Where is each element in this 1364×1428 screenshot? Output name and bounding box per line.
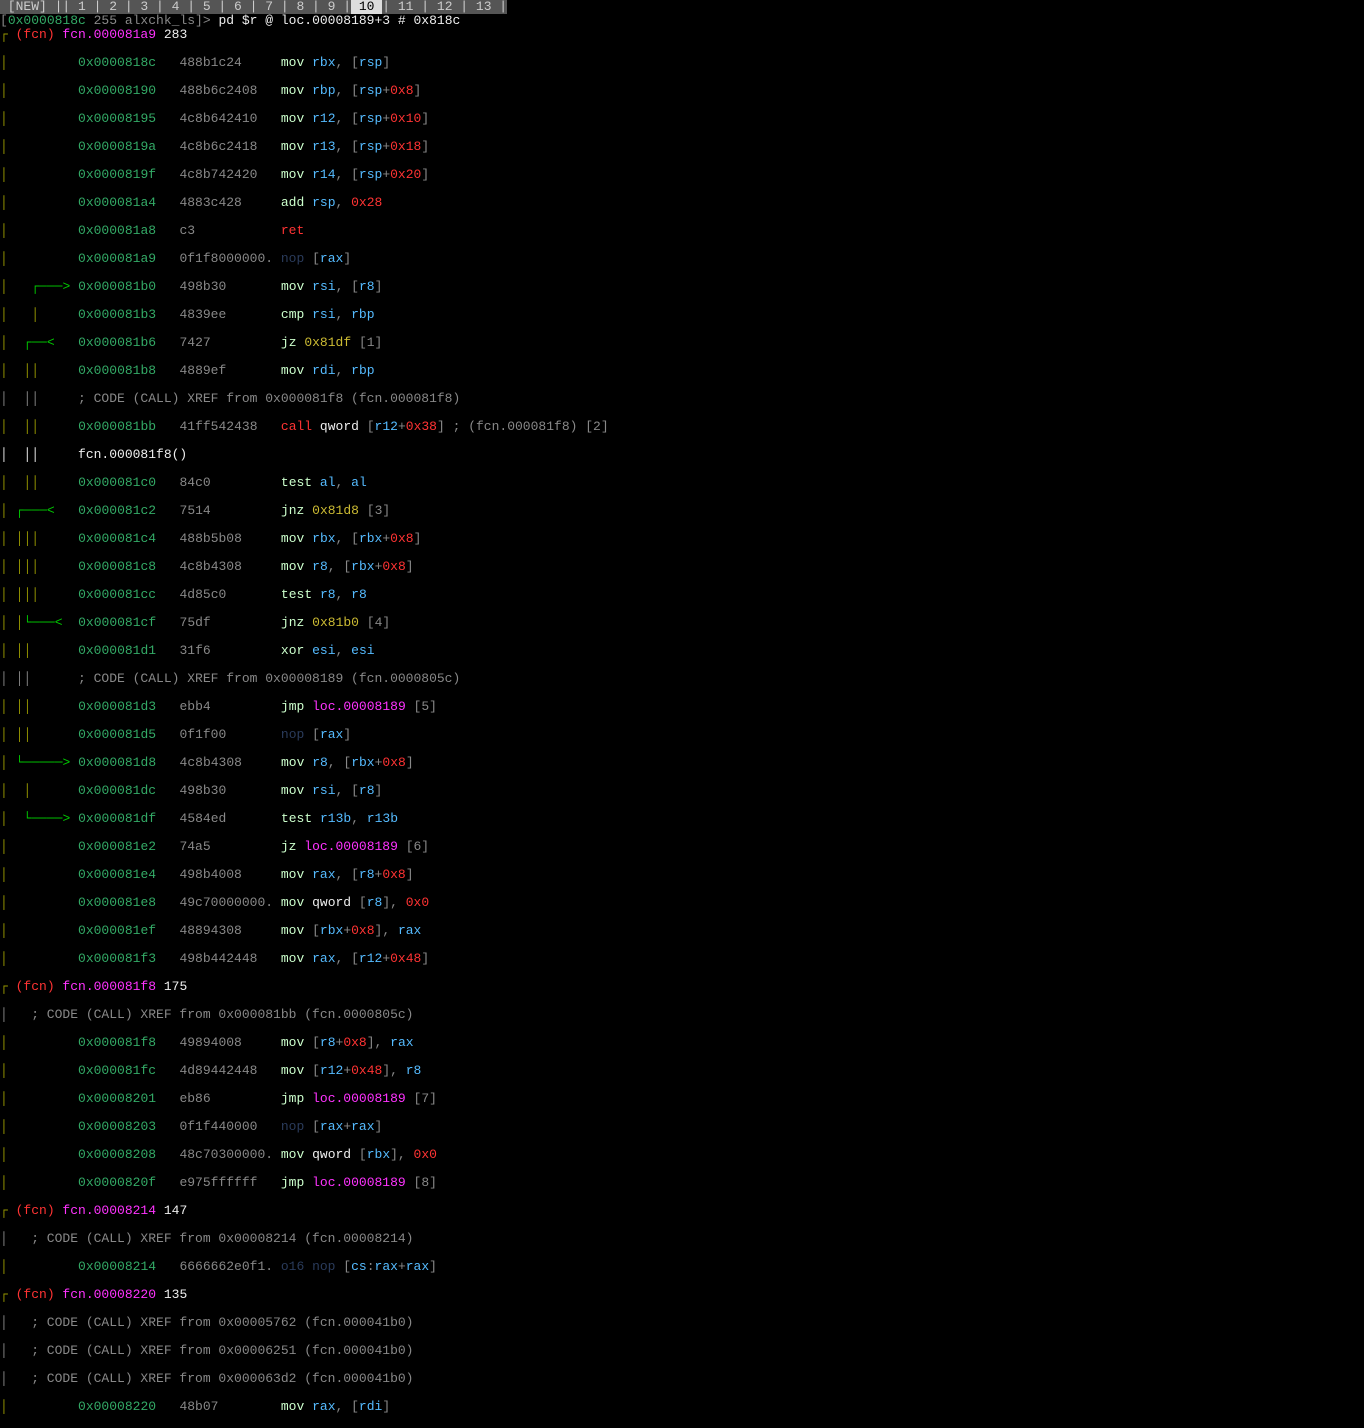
- asm-line: │ 0x000081a9 0f1f8000000. nop [rax]: [0, 252, 1364, 266]
- asm-line: │ 0x0000819f 4c8b742420 mov r14, [rsp+0x…: [0, 168, 1364, 182]
- address: 0x000081d8: [78, 755, 156, 770]
- address: 0x00008195: [78, 111, 156, 126]
- fcn-header: ┌ (fcn) fcn.000081a9 283: [0, 28, 1364, 42]
- address: 0x000081fc: [78, 1063, 156, 1078]
- address: 0x000081f3: [78, 951, 156, 966]
- address: 0x000081c4: [78, 531, 156, 546]
- asm-line: │ 0x000081ef 48894308 mov [rbx+0x8], rax: [0, 924, 1364, 938]
- asm-line: │ 0x000081fc 4d89442448 mov [r12+0x48], …: [0, 1064, 1364, 1078]
- address: 0x000081c0: [78, 475, 156, 490]
- terminal-output: [NEW] || 1 | 2 | 3 | 4 | 5 | 6 | 7 | 8 |…: [0, 0, 1364, 1428]
- xref-comment: │ ; CODE (CALL) XREF from 0x00006251 (fc…: [0, 1344, 1364, 1358]
- address: 0x000081e2: [78, 839, 156, 854]
- fcn-header: ┌ (fcn) fcn.00008214 147: [0, 1204, 1364, 1218]
- address: 0x000081bb: [78, 419, 156, 434]
- address: 0x000081cc: [78, 587, 156, 602]
- address: 0x000081b0: [78, 279, 156, 294]
- address: 0x000081e8: [78, 895, 156, 910]
- prompt[interactable]: [0x0000818c 255 alxchk_ls]> pd $r @ loc.…: [0, 13, 460, 28]
- address: 0x00008208: [78, 1147, 156, 1162]
- address: 0x000081f8: [78, 1035, 156, 1050]
- fcn-call-label: │ ││ fcn.000081f8(): [0, 448, 1364, 462]
- address: 0x000081c2: [78, 503, 156, 518]
- asm-line: │ 0x0000820f e975ffffff jmp loc.00008189…: [0, 1176, 1364, 1190]
- fcn-header: ┌ (fcn) fcn.000081f8 175: [0, 980, 1364, 994]
- address: 0x000081dc: [78, 783, 156, 798]
- address: 0x000081d5: [78, 727, 156, 742]
- xref-comment: │ ; CODE (CALL) XREF from 0x00005762 (fc…: [0, 1316, 1364, 1330]
- asm-line: │ ││ 0x000081b8 4889ef mov rdi, rbp: [0, 364, 1364, 378]
- asm-line: │ └────> 0x000081df 4584ed test r13b, r1…: [0, 812, 1364, 826]
- address: 0x000081ef: [78, 923, 156, 938]
- xref-comment: │ ││ ; CODE (CALL) XREF from 0x000081f8 …: [0, 392, 1364, 406]
- tab-bar[interactable]: [NEW] || 1 | 2 | 3 | 4 | 5 | 6 | 7 | 8 |…: [0, 0, 507, 14]
- address: 0x0000819f: [78, 167, 156, 182]
- asm-line: │ ││ 0x000081bb 41ff542438 call qword [r…: [0, 420, 1364, 434]
- asm-line: │ ┌───> 0x000081b0 498b30 mov rsi, [r8]: [0, 280, 1364, 294]
- asm-line: │ │└───< 0x000081cf 75df jnz 0x81b0 [4]: [0, 616, 1364, 630]
- address: 0x000081e4: [78, 867, 156, 882]
- address: 0x000081d3: [78, 699, 156, 714]
- asm-line: │ │ 0x000081dc 498b30 mov rsi, [r8]: [0, 784, 1364, 798]
- address: 0x000081d1: [78, 643, 156, 658]
- address: 0x000081df: [78, 811, 156, 826]
- asm-line: │ ┌──< 0x000081b6 7427 jz 0x81df [1]: [0, 336, 1364, 350]
- asm-line: │ 0x00008208 48c70300000. mov qword [rbx…: [0, 1148, 1364, 1162]
- asm-line: │ 0x00008220 48b07 mov rax, [rdi]: [0, 1400, 1364, 1414]
- asm-line: │ 0x0000819a 4c8b6c2418 mov r13, [rsp+0x…: [0, 140, 1364, 154]
- asm-line: │ │││ 0x000081cc 4d85c0 test r8, r8: [0, 588, 1364, 602]
- xref-comment: │ ; CODE (CALL) XREF from 0x000063d2 (fc…: [0, 1372, 1364, 1386]
- asm-line: │ │││ 0x000081c8 4c8b4308 mov r8, [rbx+0…: [0, 560, 1364, 574]
- asm-line: │ │ 0x000081b3 4839ee cmp rsi, rbp: [0, 308, 1364, 322]
- fcn-header: ┌ (fcn) fcn.00008220 135: [0, 1288, 1364, 1302]
- xref-comment: │ ; CODE (CALL) XREF from 0x00008214 (fc…: [0, 1232, 1364, 1246]
- asm-line: │ 0x00008201 eb86 jmp loc.00008189 [7]: [0, 1092, 1364, 1106]
- address: 0x000081a4: [78, 195, 156, 210]
- asm-line: │ 0x00008214 6666662e0f1. o16 nop [cs:ra…: [0, 1260, 1364, 1274]
- address: 0x000081a9: [78, 251, 156, 266]
- address: 0x000081b3: [78, 307, 156, 322]
- address: 0x00008214: [78, 1259, 156, 1274]
- address: 0x000081c8: [78, 559, 156, 574]
- address: 0x0000820f: [78, 1175, 156, 1190]
- asm-line: │ 0x000081a8 c3 ret: [0, 224, 1364, 238]
- asm-line: │ 0x0000818c 488b1c24 mov rbx, [rsp]: [0, 56, 1364, 70]
- address: 0x00008201: [78, 1091, 156, 1106]
- address: 0x00008203: [78, 1119, 156, 1134]
- asm-line: │ 0x000081f8 49894008 mov [r8+0x8], rax: [0, 1036, 1364, 1050]
- asm-line: │ ┌───< 0x000081c2 7514 jnz 0x81d8 [3]: [0, 504, 1364, 518]
- asm-line: │ 0x00008195 4c8b642410 mov r12, [rsp+0x…: [0, 112, 1364, 126]
- address: 0x000081a8: [78, 223, 156, 238]
- asm-line: │ │││ 0x000081c4 488b5b08 mov rbx, [rbx+…: [0, 532, 1364, 546]
- xref-comment: │ ; CODE (CALL) XREF from 0x000081bb (fc…: [0, 1008, 1364, 1022]
- asm-line: │ ││ 0x000081d5 0f1f00 nop [rax]: [0, 728, 1364, 742]
- tab-active[interactable]: 10: [351, 0, 382, 14]
- asm-line: │ 0x00008203 0f1f440000 nop [rax+rax]: [0, 1120, 1364, 1134]
- address: 0x000081b6: [78, 335, 156, 350]
- address: 0x00008220: [78, 1399, 156, 1414]
- asm-line: │ 0x000081e2 74a5 jz loc.00008189 [6]: [0, 840, 1364, 854]
- asm-line: │ 0x00008190 488b6c2408 mov rbp, [rsp+0x…: [0, 84, 1364, 98]
- asm-line: │ ││ 0x000081d1 31f6 xor esi, esi: [0, 644, 1364, 658]
- asm-line: │ ││ 0x000081d3 ebb4 jmp loc.00008189 [5…: [0, 700, 1364, 714]
- asm-line: │ ││ 0x000081c0 84c0 test al, al: [0, 476, 1364, 490]
- asm-line: │ └─────> 0x000081d8 4c8b4308 mov r8, [r…: [0, 756, 1364, 770]
- address: 0x0000819a: [78, 139, 156, 154]
- address: 0x000081b8: [78, 363, 156, 378]
- asm-line: │ 0x000081e4 498b4008 mov rax, [r8+0x8]: [0, 868, 1364, 882]
- address: 0x0000818c: [78, 55, 156, 70]
- xref-comment: │ ││ ; CODE (CALL) XREF from 0x00008189 …: [0, 672, 1364, 686]
- address: 0x000081cf: [78, 615, 156, 630]
- asm-line: │ 0x000081e8 49c70000000. mov qword [r8]…: [0, 896, 1364, 910]
- asm-line: │ 0x000081a4 4883c428 add rsp, 0x28: [0, 196, 1364, 210]
- asm-line: │ 0x000081f3 498b442448 mov rax, [r12+0x…: [0, 952, 1364, 966]
- address: 0x00008190: [78, 83, 156, 98]
